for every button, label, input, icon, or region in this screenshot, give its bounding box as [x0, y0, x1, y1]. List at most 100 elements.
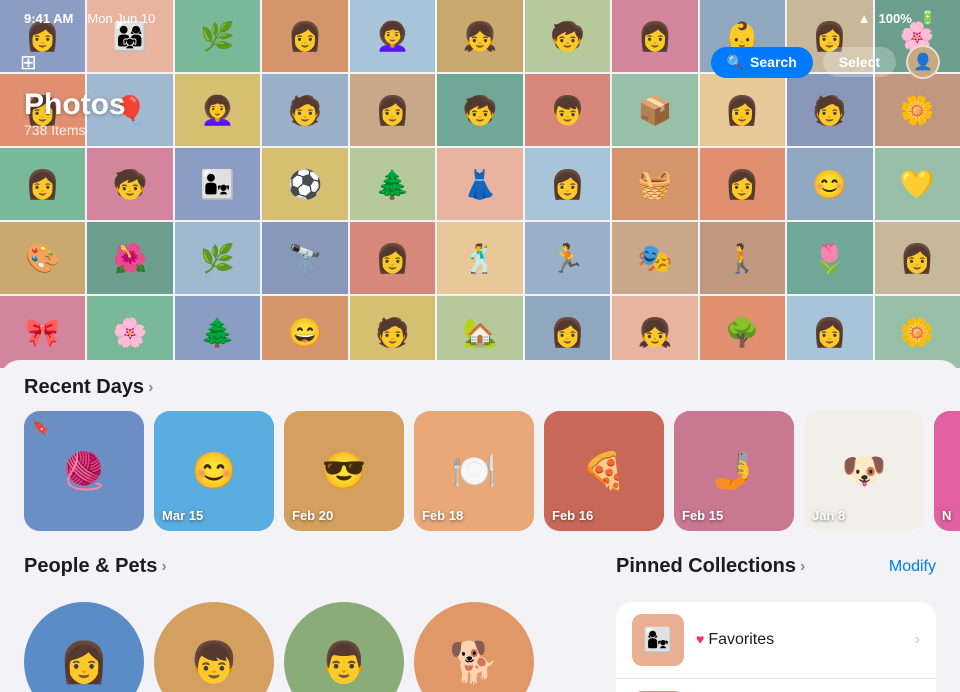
status-date: Mon Jun 10	[87, 11, 155, 26]
person-item[interactable]: 👦 Gi...	[154, 602, 274, 692]
status-left: 9:41 AM Mon Jun 10	[24, 11, 155, 26]
heart-icon: ♥	[696, 631, 704, 647]
photo-cell[interactable]: 🎭	[612, 222, 697, 294]
photo-cell[interactable]: 👨‍👧	[175, 148, 260, 220]
pinned-collections-label: Pinned Collections	[616, 555, 796, 578]
day-card[interactable]: 😎 Feb 20	[284, 411, 404, 531]
photo-cell[interactable]: 🌷	[787, 222, 872, 294]
header-right: 🔍 Search Select 👤	[711, 45, 940, 79]
header-bar: ⊞ 🔍 Search Select 👤	[0, 36, 960, 88]
pinned-collections-title[interactable]: Pinned Collections ›	[616, 555, 805, 578]
photo-cell[interactable]: 💛	[875, 148, 960, 220]
photo-cell[interactable]: 🎀	[0, 296, 85, 368]
photo-cell[interactable]: 🌲	[175, 296, 260, 368]
chevron-icon: ›	[915, 631, 920, 649]
recent-days-chevron: ›	[148, 379, 153, 397]
day-label: Mar 15	[162, 508, 203, 523]
person-item[interactable]: 🐕 Tyl...	[414, 602, 534, 692]
photo-cell[interactable]: 🌳	[700, 296, 785, 368]
pinned-list: 👩‍👧 ♥Favorites › 💾 Recently Saved ›	[616, 602, 936, 692]
day-label: Feb 20	[292, 508, 333, 523]
person-item[interactable]: 👨 Dav...	[284, 602, 404, 692]
photo-cell[interactable]: 🌺	[87, 222, 172, 294]
photo-cell[interactable]: 🏃	[525, 222, 610, 294]
people-pets-label: People & Pets	[24, 555, 157, 578]
photo-cell[interactable]: 🌲	[350, 148, 435, 220]
photo-cell[interactable]: 👩	[525, 148, 610, 220]
day-label: N	[942, 508, 951, 523]
photo-cell[interactable]: 🎨	[0, 222, 85, 294]
people-pets-title[interactable]: People & Pets ›	[24, 555, 167, 578]
photo-cell[interactable]: 🔭	[262, 222, 347, 294]
battery-icon: 🔋	[920, 10, 936, 26]
day-card[interactable]: 🤳 Feb 15	[674, 411, 794, 531]
pinned-item-title: ♥Favorites	[696, 631, 903, 649]
bookmark-icon: 🔖	[32, 419, 49, 436]
day-label: Feb 18	[422, 508, 463, 523]
photo-cell[interactable]: 👗	[437, 148, 522, 220]
photo-cell[interactable]: 😊	[787, 148, 872, 220]
pinned-item[interactable]: 💾 Recently Saved ›	[616, 679, 936, 692]
photo-cell[interactable]: 🌿	[175, 222, 260, 294]
pinned-thumb: 👩‍👧	[632, 614, 684, 666]
photo-cell[interactable]: 😄	[262, 296, 347, 368]
recent-days-scroll[interactable]: 🧶 🔖 😊 Mar 15 😎 Feb 20 🍽️ Feb 18 🍕 Feb 16…	[0, 411, 960, 531]
day-label: Feb 16	[552, 508, 593, 523]
photo-cell[interactable]: 👩	[700, 148, 785, 220]
photo-cell[interactable]: 🧒	[87, 148, 172, 220]
people-grid: 👩 👦 Gi... 👨 Dav... 🐕 Tyl...	[24, 602, 600, 692]
photo-cell[interactable]: 🕺	[437, 222, 522, 294]
status-bar: 9:41 AM Mon Jun 10 ▲ 100% 🔋	[0, 0, 960, 36]
people-pets-chevron: ›	[161, 558, 166, 576]
battery-percent: 100%	[879, 11, 912, 26]
photo-cell[interactable]: 🧑	[350, 296, 435, 368]
photo-cell[interactable]: 🧺	[612, 148, 697, 220]
recent-days-title[interactable]: Recent Days ›	[24, 376, 153, 399]
avatar[interactable]: 👤	[906, 45, 940, 79]
status-time: 9:41 AM	[24, 11, 73, 26]
photo-cell[interactable]: 🌸	[87, 296, 172, 368]
grid-view-button[interactable]: ⊞	[20, 50, 37, 75]
person-card[interactable]: 👦	[154, 602, 274, 692]
pinned-collections-section: Pinned Collections › Modify 👩‍👧 ♥Favorit…	[616, 555, 936, 692]
item-count: 738 Items	[24, 122, 85, 138]
day-card[interactable]: 😊 Mar 15	[154, 411, 274, 531]
recent-days-header: Recent Days ›	[0, 376, 960, 399]
person-card[interactable]: 🐕	[414, 602, 534, 692]
day-card[interactable]: 🧶 🔖	[24, 411, 144, 531]
photo-cell[interactable]: 👩	[875, 222, 960, 294]
photo-cell[interactable]: 🏡	[437, 296, 522, 368]
person-item[interactable]: 👩	[24, 602, 144, 692]
wifi-icon: ▲	[858, 11, 871, 26]
pinned-collections-chevron: ›	[800, 558, 805, 576]
select-button[interactable]: Select	[823, 47, 896, 77]
recent-days-label: Recent Days	[24, 376, 144, 399]
people-pets-section: People & Pets › 👩 👦 Gi... 👨 Dav... 🐕 Tyl…	[24, 555, 600, 692]
people-pets-header: People & Pets ›	[24, 555, 600, 590]
day-label: Jan 8	[812, 508, 845, 523]
day-card[interactable]: 🎵 N	[934, 411, 960, 531]
modify-button[interactable]: Modify	[889, 558, 936, 576]
person-card[interactable]: 👩	[24, 602, 144, 692]
photo-cell[interactable]: 👧	[612, 296, 697, 368]
photo-cell[interactable]: 🚶	[700, 222, 785, 294]
status-right: ▲ 100% 🔋	[858, 10, 936, 26]
person-card[interactable]: 👨	[284, 602, 404, 692]
pinned-collections-header: Pinned Collections › Modify	[616, 555, 936, 590]
search-icon: 🔍	[727, 54, 744, 71]
pinned-item[interactable]: 👩‍👧 ♥Favorites ›	[616, 602, 936, 679]
day-card[interactable]: 🐶 Jan 8	[804, 411, 924, 531]
photo-cell[interactable]: 👩	[787, 296, 872, 368]
search-label: Search	[750, 54, 797, 70]
search-button[interactable]: 🔍 Search	[711, 47, 813, 78]
day-card[interactable]: 🍽️ Feb 18	[414, 411, 534, 531]
photo-cell[interactable]: 🌼	[875, 296, 960, 368]
day-card[interactable]: 🍕 Feb 16	[544, 411, 664, 531]
photo-cell[interactable]: 👩	[350, 222, 435, 294]
photo-cell[interactable]: 👩	[0, 148, 85, 220]
title-area: Photos 738 Items	[24, 88, 126, 140]
page-title: Photos	[24, 88, 126, 122]
photo-cell[interactable]: 👩	[525, 296, 610, 368]
photo-cell[interactable]: ⚽	[262, 148, 347, 220]
day-label: Feb 15	[682, 508, 723, 523]
